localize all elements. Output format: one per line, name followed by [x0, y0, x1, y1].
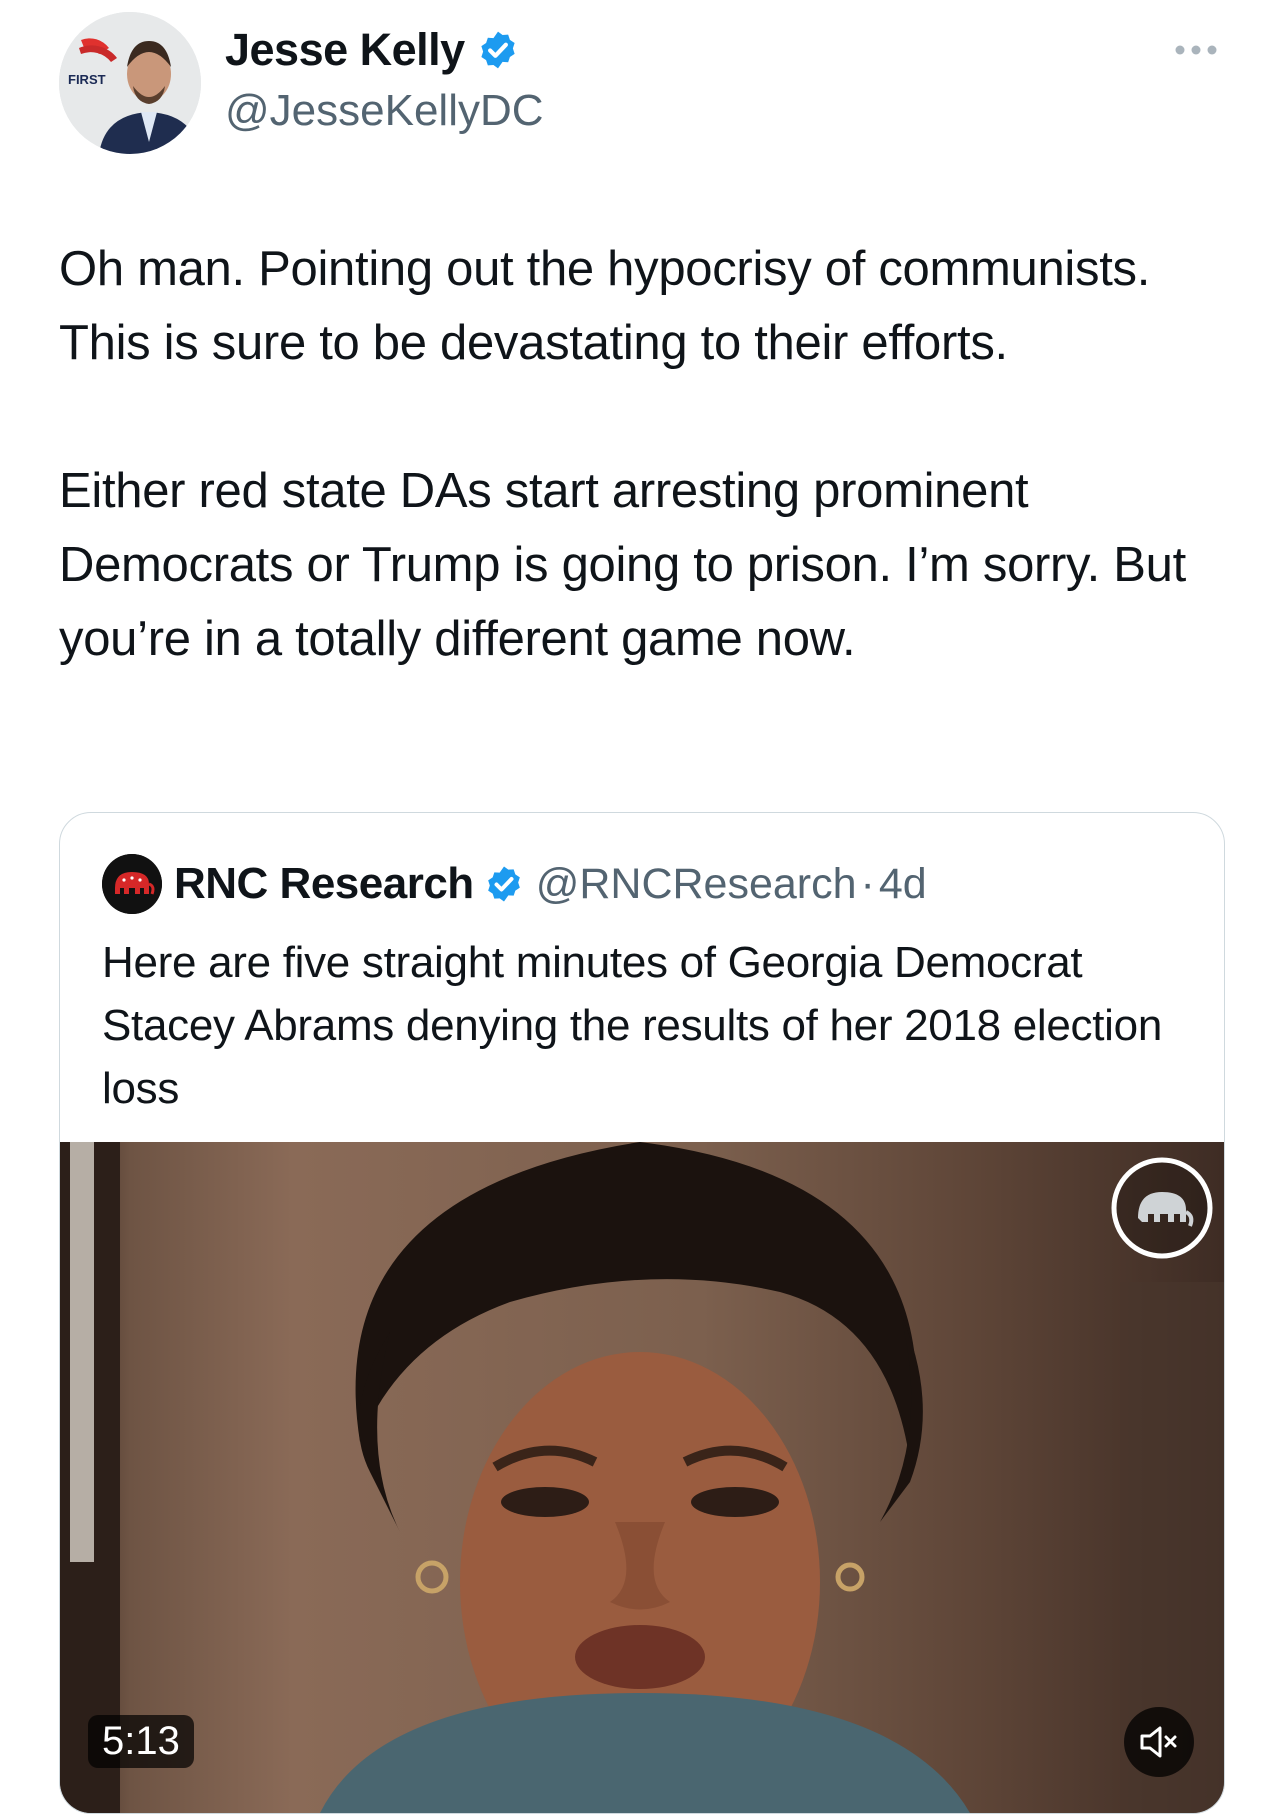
quoted-time-separator: ·	[860, 859, 875, 908]
quoted-tweet-text: Here are five straight minutes of Georgi…	[102, 938, 1162, 1113]
mute-icon	[1140, 1726, 1177, 1758]
quoted-author-avatar[interactable]	[102, 854, 162, 914]
video-thumbnail	[60, 1142, 1224, 1813]
quoted-author-name[interactable]: RNC Research	[174, 859, 474, 909]
quoted-timestamp[interactable]: 4d	[879, 860, 927, 909]
rnc-elephant-icon	[102, 854, 162, 914]
more-dots-icon	[1175, 45, 1217, 55]
video-duration: 5:13	[88, 1715, 194, 1768]
avatar-badge-text: FIRST	[68, 72, 106, 87]
avatar-image: FIRST	[59, 12, 201, 154]
author-avatar[interactable]: FIRST	[59, 12, 201, 154]
more-options-button[interactable]	[1172, 36, 1220, 64]
tweet-text: Oh man. Pointing out the hypocrisy of co…	[59, 242, 1186, 666]
quoted-tweet-header: RNC Research @RNCResearch · 4d	[102, 853, 927, 915]
author-handle[interactable]: @JesseKellyDC	[225, 86, 544, 136]
video-player[interactable]: 5:13	[60, 1142, 1224, 1813]
quoted-author-handle[interactable]: @RNCResearch	[536, 860, 857, 909]
author-name[interactable]: Jesse Kelly	[225, 24, 465, 76]
author-name-row: Jesse Kelly	[225, 24, 519, 76]
quoted-tweet-card[interactable]: RNC Research @RNCResearch · 4d Here are …	[59, 812, 1225, 1814]
quoted-verified-badge-icon	[487, 866, 520, 902]
mute-button[interactable]	[1124, 1707, 1194, 1777]
verified-badge-icon	[481, 31, 515, 69]
watermark-icon	[1110, 1156, 1214, 1260]
